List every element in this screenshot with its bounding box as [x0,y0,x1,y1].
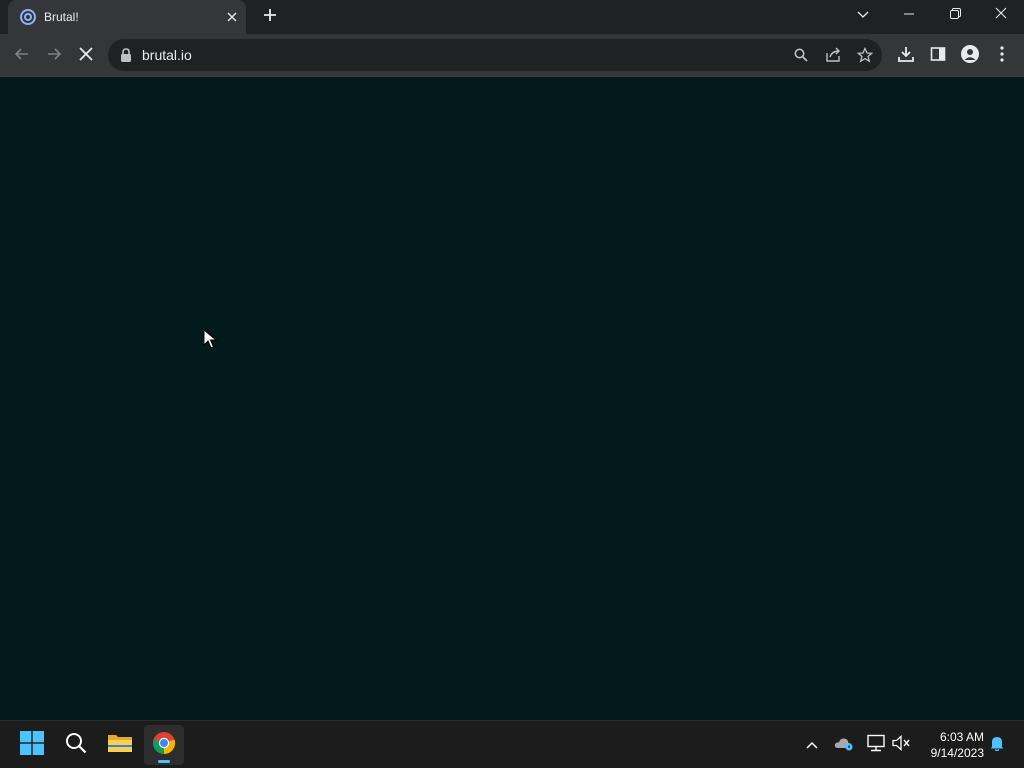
onedrive-tray-button[interactable] [832,733,856,757]
notifications-button[interactable] [985,733,1009,757]
file-explorer-button[interactable] [100,725,140,765]
chrome-taskbar-button[interactable] [144,725,184,765]
plus-icon [263,8,277,27]
lock-icon[interactable] [120,48,134,62]
forward-button[interactable] [40,42,68,70]
back-arrow-icon [14,46,30,67]
back-button[interactable] [8,42,36,70]
network-icon [866,734,886,757]
start-button[interactable] [12,725,52,765]
active-app-indicator [158,760,170,763]
browser-toolbar: brutal.io [0,34,1024,76]
web-page-viewport[interactable] [0,77,1024,720]
clock-date: 9/14/2023 [930,746,984,760]
bell-icon [989,735,1005,756]
download-icon [898,46,914,67]
new-tab-button[interactable] [258,6,282,28]
forward-arrow-icon [46,46,62,67]
file-explorer-icon [107,732,133,759]
side-panel-icon [930,46,946,67]
search-icon[interactable] [792,46,810,64]
chrome-icon [152,731,176,760]
browser-tab[interactable]: Brutal! [8,0,246,34]
tab-strip: Brutal! [0,0,1024,34]
downloads-button[interactable] [892,42,920,70]
restore-button[interactable] [932,0,978,30]
onedrive-icon [834,735,854,756]
kebab-menu-icon [1000,45,1004,67]
clock-time: 6:03 AM [939,730,984,744]
favicon-icon [20,9,36,25]
tab-search-button[interactable] [840,0,886,30]
restore-icon [949,6,961,24]
network-tray-button[interactable] [864,733,888,757]
tab-title: Brutal! [44,10,79,24]
mouse-pointer-icon [203,328,218,349]
search-icon [65,732,87,759]
close-icon[interactable] [224,9,240,25]
system-clock[interactable]: 6:03 AM 9/14/2023 [916,729,984,761]
stop-loading-button[interactable] [72,42,100,70]
windows-start-icon [20,730,44,760]
close-window-button[interactable] [978,0,1024,30]
minimize-button[interactable] [886,0,932,30]
volume-muted-icon [892,734,912,756]
close-icon [995,6,1007,24]
volume-tray-button[interactable] [890,733,914,757]
profile-button[interactable] [956,42,984,70]
show-hidden-icons-button[interactable] [800,733,824,757]
taskbar: 6:03 AM 9/14/2023 [0,720,1024,768]
side-panel-button[interactable] [924,42,952,70]
chevron-down-icon [857,6,869,24]
minimize-icon [904,6,914,24]
taskbar-search-button[interactable] [56,725,96,765]
share-icon[interactable] [824,46,842,64]
profile-icon [961,44,979,68]
url-text[interactable]: brutal.io [142,47,192,63]
stop-icon [79,46,93,66]
star-icon[interactable] [856,46,874,64]
address-bar[interactable]: brutal.io [108,39,882,71]
browser-menu-button[interactable] [988,42,1016,70]
chevron-up-icon [806,736,818,754]
